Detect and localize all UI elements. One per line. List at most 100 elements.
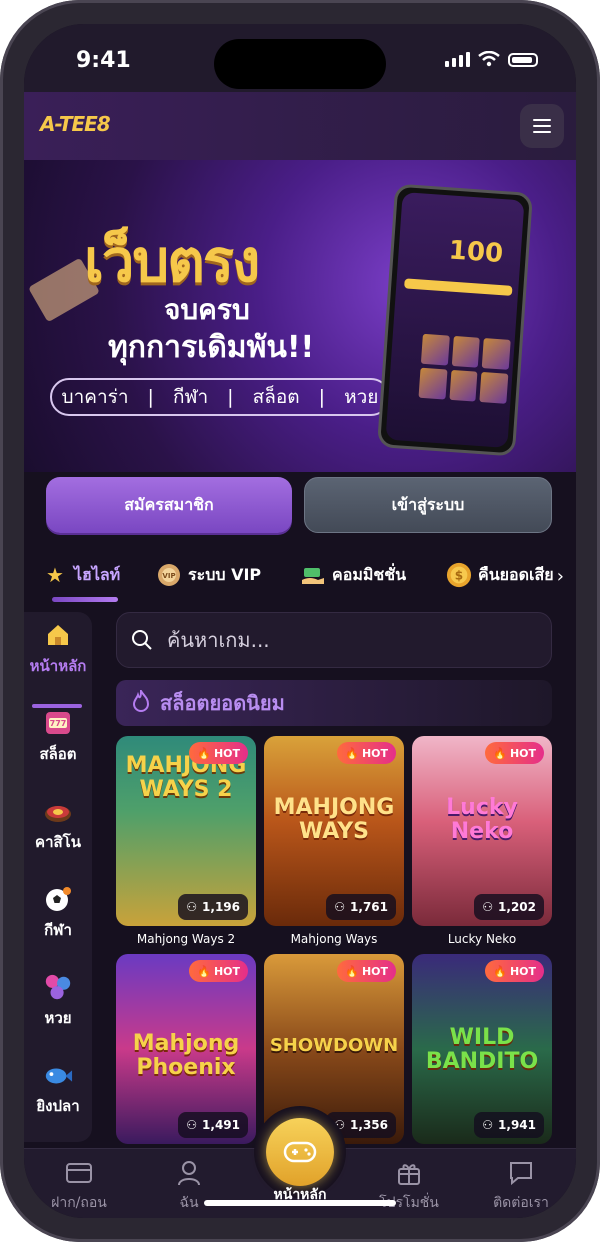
sidebar-item-slots[interactable]: 777 สล็อต: [24, 708, 92, 766]
sidebar-label: คาสิโน: [35, 833, 81, 851]
sidebar-label: หน้าหลัก: [29, 657, 87, 675]
game-title-art: Lucky Neko: [446, 795, 518, 844]
banner-category: บาคาร่า: [61, 386, 129, 408]
game-card[interactable]: Lucky Neko 🔥 HOT ⚇ 1,202 Lucky Neko: [412, 736, 552, 946]
section-title: สล็อตยอดนิยม: [160, 691, 285, 715]
game-thumbnail: Mahjong Phoenix 🔥 HOT ⚇ 1,491: [116, 954, 256, 1144]
brand-logo[interactable]: A-TEE8: [40, 112, 111, 136]
user-icon: ⚇: [482, 1118, 494, 1132]
hot-badge: 🔥 HOT: [485, 960, 544, 982]
nav-contact[interactable]: ติดต่อเรา: [466, 1159, 576, 1214]
auth-buttons: สมัครสมาชิก เข้าสู่ระบบ: [24, 472, 576, 552]
sidebar-item-casino[interactable]: คาสิโน: [24, 796, 92, 854]
game-name: Mahjong Ways: [290, 932, 378, 946]
game-thumbnail: MAHJONG WAYS 2 🔥 HOT ⚇ 1,196: [116, 736, 256, 926]
banner-categories: บาคาร่า | กีฬา | สล็อต | หวย: [50, 378, 390, 416]
tab-label: ไฮไลท์: [74, 564, 121, 584]
fire-icon: 🔥: [197, 964, 211, 978]
tab-vip[interactable]: VIP ระบบ VIP: [156, 562, 261, 588]
hot-badge: 🔥 HOT: [485, 742, 544, 764]
promo-banner[interactable]: เว็บตรง จบครบ ทุกการเดิมพัน!! บาคาร่า | …: [24, 160, 576, 472]
player-count: ⚇ 1,761: [326, 894, 396, 920]
sidebar-item-fishing[interactable]: ยิงปลา: [24, 1060, 92, 1118]
game-thumbnail: Lucky Neko 🔥 HOT ⚇ 1,202: [412, 736, 552, 926]
search-icon: [132, 630, 152, 650]
dynamic-island: [214, 39, 386, 89]
player-count: ⚇ 1,941: [474, 1112, 544, 1138]
game-title-art: MAHJONG WAYS: [273, 795, 395, 844]
menu-button[interactable]: [520, 104, 564, 148]
user-icon: ⚇: [186, 1118, 198, 1132]
register-button[interactable]: สมัครสมาชิก: [46, 477, 292, 533]
tab-highlight[interactable]: ★ ไฮไลท์: [42, 562, 120, 588]
game-thumbnail: MAHJONG WAYS 🔥 HOT ⚇ 1,761: [264, 736, 404, 926]
tab-label: คอมมิชชั่น: [332, 564, 407, 584]
game-title-art: SHOWDOWN: [269, 1035, 399, 1056]
nav-deposit-withdraw[interactable]: ฝาก/ถอน: [24, 1159, 134, 1214]
promo-tabs: ★ ไฮไลท์ VIP ระบบ VIP คอมมิชชั่น $ คืนยอ…: [24, 552, 576, 606]
soccer-ball-icon: [43, 884, 73, 914]
game-card[interactable]: Mahjong Phoenix 🔥 HOT ⚇ 1,491: [116, 954, 256, 1144]
user-icon: [175, 1159, 203, 1187]
search-placeholder: ค้นหาเกม...: [167, 628, 270, 652]
game-card[interactable]: MAHJONG WAYS 2 🔥 HOT ⚇ 1,196 Mahjong Ways …: [116, 736, 256, 946]
tab-label: คืนยอดเสีย: [478, 564, 554, 584]
popular-slots-heading: สล็อตยอดนิยม: [116, 680, 552, 726]
banner-category: สล็อต: [252, 386, 300, 408]
user-icon: ⚇: [482, 900, 494, 914]
gamepad-icon: [283, 1141, 317, 1163]
hot-badge: 🔥 HOT: [189, 960, 248, 982]
sidebar-label: สล็อต: [39, 745, 77, 763]
phone-mockup-image: 100: [376, 183, 534, 457]
player-count: ⚇ 1,196: [178, 894, 248, 920]
login-button[interactable]: เข้าสู่ระบบ: [304, 477, 552, 533]
roulette-icon: [43, 796, 73, 826]
category-sidebar: หน้าหลัก 777 สล็อต คาสิโน กีฬา หวย ยิงปล…: [24, 612, 92, 1142]
status-bar: 9:41: [24, 24, 576, 92]
sidebar-item-home[interactable]: หน้าหลัก: [24, 620, 92, 678]
gift-icon: [395, 1159, 423, 1187]
svg-text:777: 777: [50, 719, 67, 728]
wifi-icon: [478, 51, 500, 67]
game-title-art: WILD BANDITO: [425, 1025, 539, 1074]
svg-text:VIP: VIP: [162, 572, 175, 580]
coin-icon: $: [446, 562, 472, 588]
chat-icon: [507, 1159, 535, 1187]
sidebar-item-sports[interactable]: กีฬา: [24, 884, 92, 942]
home-icon: [43, 620, 73, 650]
flame-icon: [132, 686, 150, 717]
home-indicator: [204, 1200, 396, 1206]
hot-badge: 🔥 HOT: [189, 742, 248, 764]
nav-label: ฉัน: [179, 1195, 199, 1211]
signal-icon: [445, 52, 470, 67]
tab-cashback[interactable]: $ คืนยอดเสีย: [446, 562, 554, 588]
banner-category: หวย: [344, 386, 379, 408]
fire-icon: 🔥: [493, 746, 507, 760]
chevron-right-icon[interactable]: ›: [557, 566, 564, 587]
screen: 9:41 A-TEE8 เว็บตรง จบครบ ทุกการเดิมพัน!…: [24, 24, 576, 1218]
user-icon: ⚇: [334, 900, 346, 914]
app-header: A-TEE8: [24, 92, 576, 161]
sidebar-label: ยิงปลา: [36, 1097, 80, 1115]
hot-badge: 🔥 HOT: [337, 960, 396, 982]
game-title-art: Mahjong Phoenix: [132, 1031, 240, 1080]
fire-icon: 🔥: [493, 964, 507, 978]
mockup-amount: 100: [447, 235, 505, 270]
game-card[interactable]: WILD BANDITO 🔥 HOT ⚇ 1,941: [412, 954, 552, 1144]
game-search-input[interactable]: ค้นหาเกม...: [116, 612, 552, 668]
sidebar-label: กีฬา: [44, 921, 72, 939]
fire-icon: 🔥: [197, 746, 211, 760]
banner-subline-2: ทุกการเดิมพัน!!: [108, 330, 315, 365]
active-tab-indicator: [52, 597, 118, 602]
phone-frame: 9:41 A-TEE8 เว็บตรง จบครบ ทุกการเดิมพัน!…: [0, 0, 600, 1242]
game-thumbnail: WILD BANDITO 🔥 HOT ⚇ 1,941: [412, 954, 552, 1144]
money-hand-icon: [300, 562, 326, 588]
tab-commission[interactable]: คอมมิชชั่น: [300, 562, 406, 588]
tab-label: ระบบ VIP: [188, 564, 262, 584]
status-time: 9:41: [76, 48, 131, 73]
hot-badge: 🔥 HOT: [337, 742, 396, 764]
sidebar-item-lottery[interactable]: หวย: [24, 972, 92, 1030]
nav-label: ติดต่อเรา: [493, 1195, 549, 1211]
status-icons: [445, 51, 538, 67]
game-card[interactable]: MAHJONG WAYS 🔥 HOT ⚇ 1,761 Mahjong Ways: [264, 736, 404, 946]
